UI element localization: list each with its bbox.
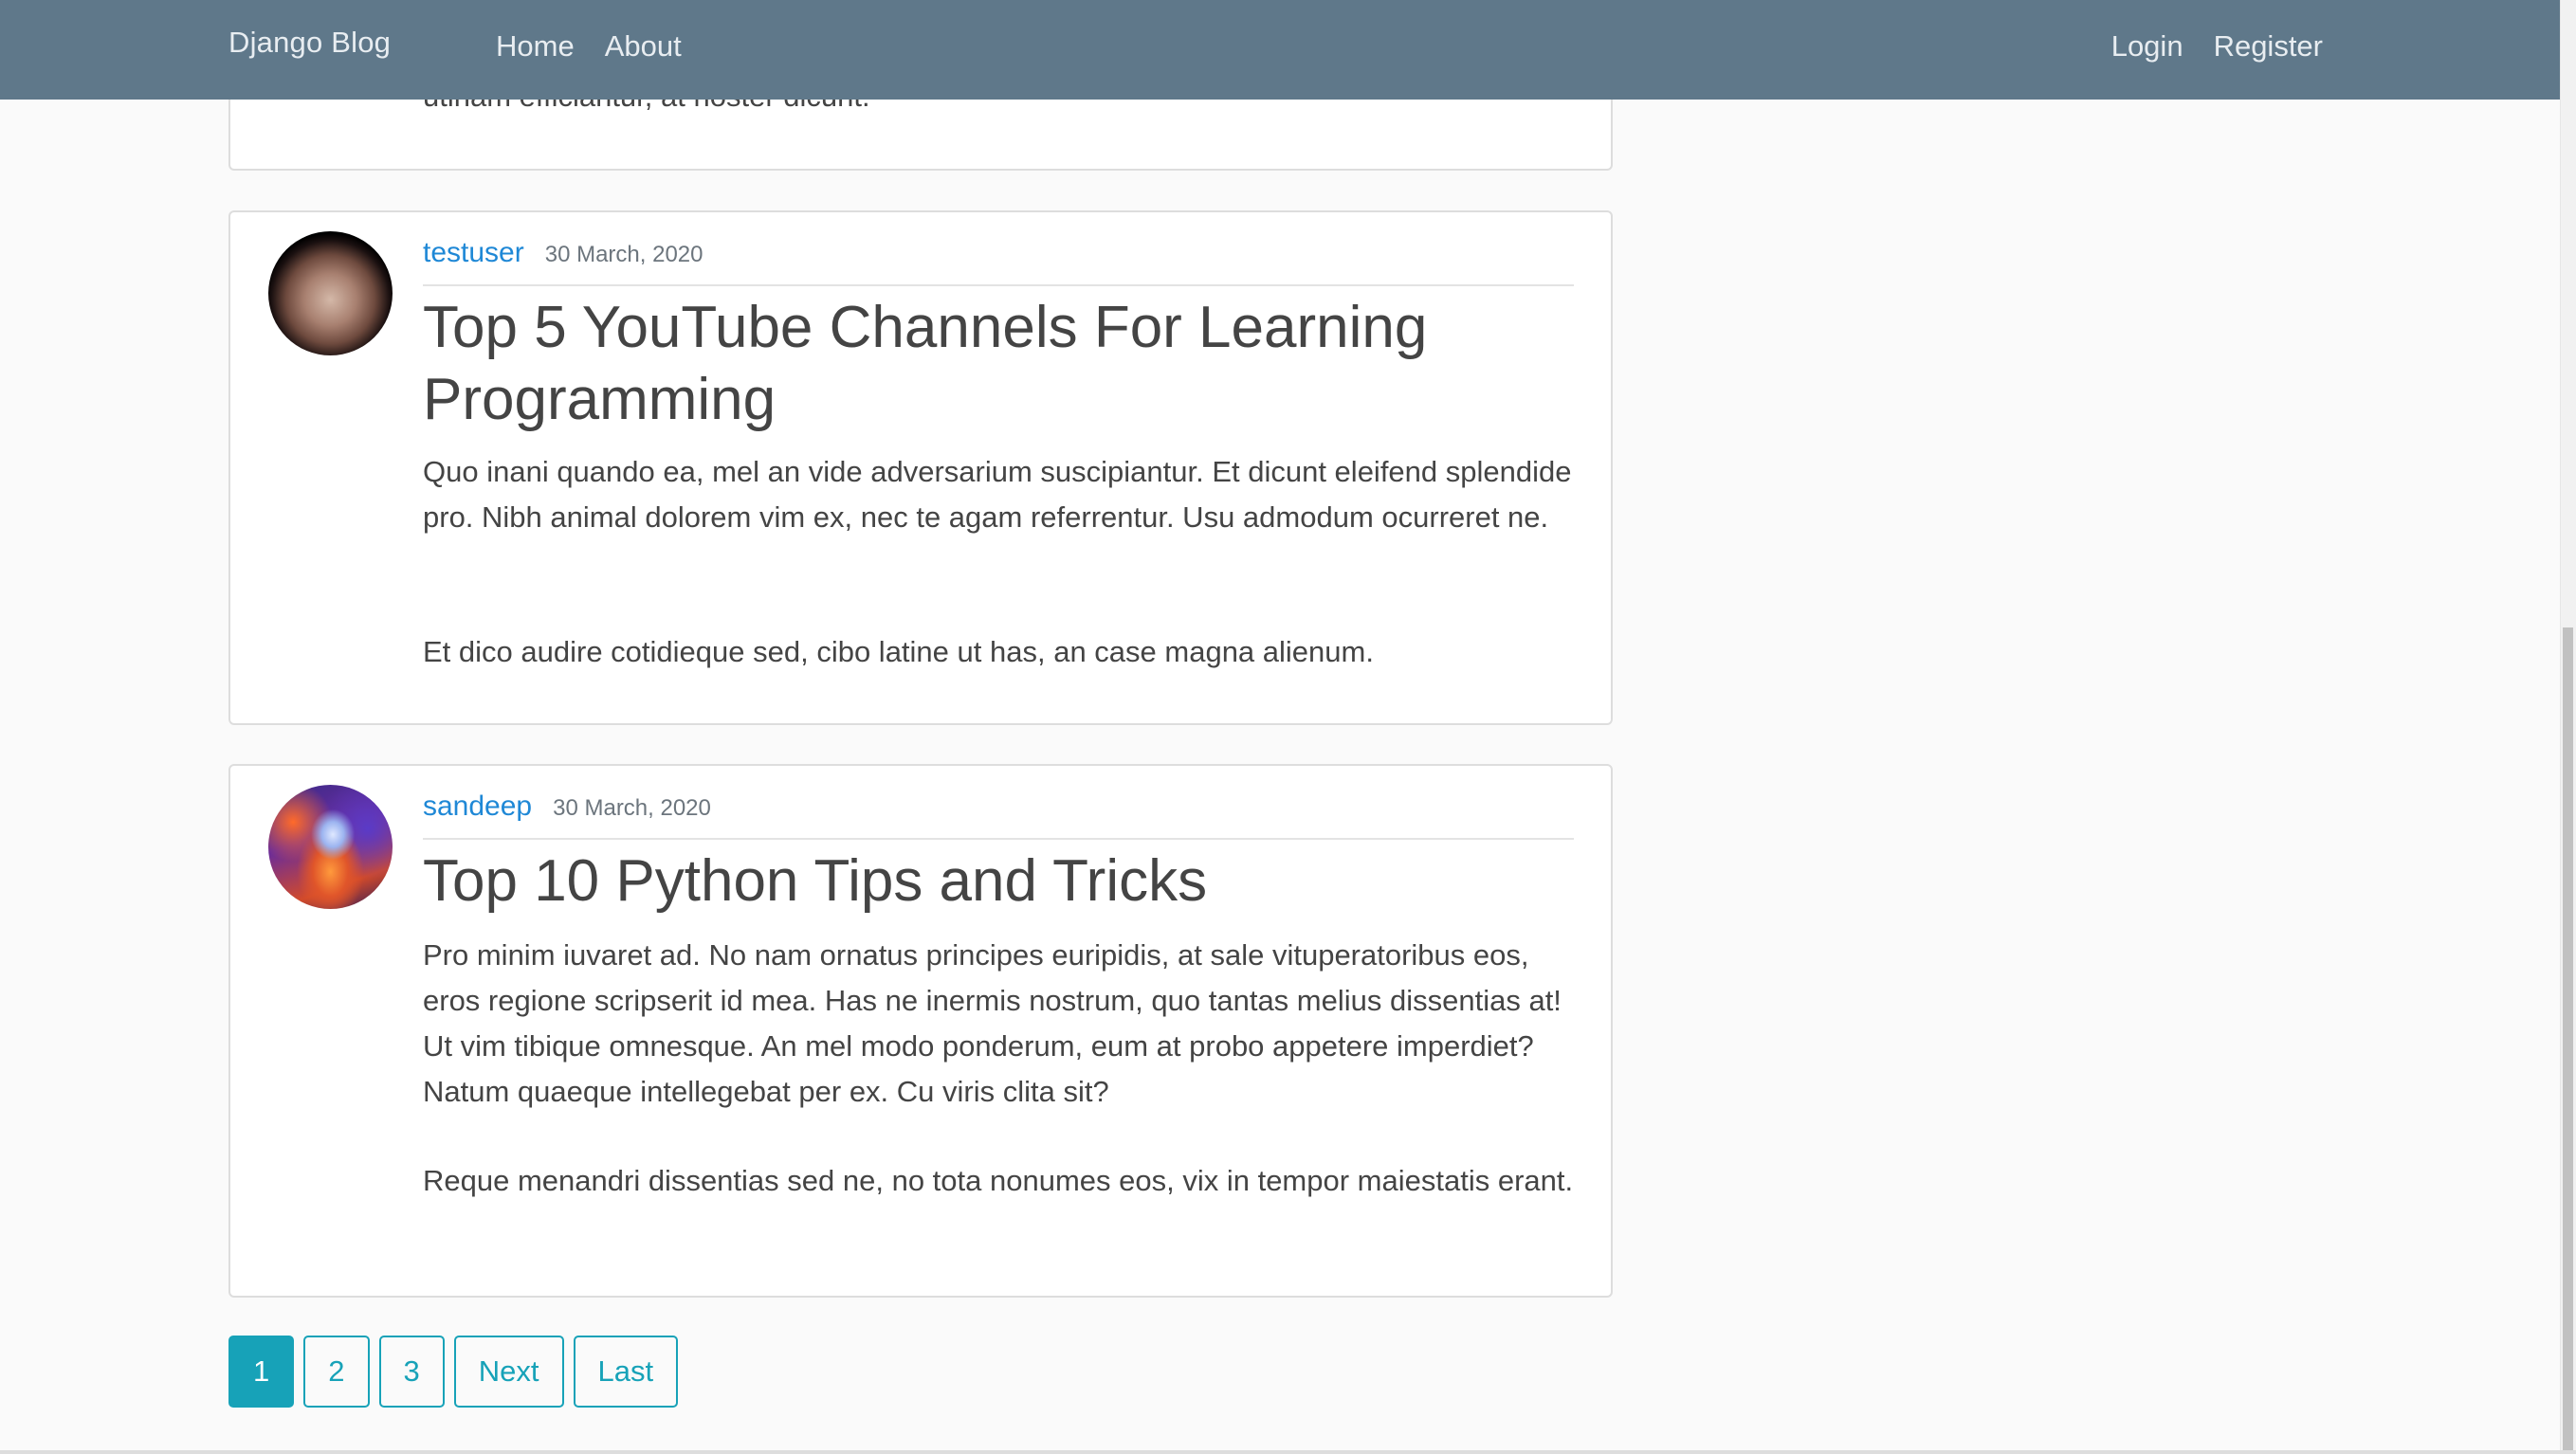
divider: [0, 1450, 2576, 1454]
post-card: testuser 30 March, 2020 Top 5 YouTube Ch…: [228, 210, 1613, 725]
nav-register-link[interactable]: Register: [2214, 29, 2323, 64]
nav-home-link[interactable]: Home: [496, 29, 575, 64]
page-1-button[interactable]: 1: [228, 1336, 295, 1408]
nav-right: Login Register: [2111, 29, 2323, 64]
pagination: 1 2 3 Next Last: [228, 1336, 679, 1408]
nav-about-link[interactable]: About: [605, 29, 682, 64]
author-link[interactable]: sandeep: [423, 791, 532, 823]
post-paragraph: Reque menandri dissentias sed ne, no tot…: [423, 1164, 1574, 1197]
vertical-scrollbar[interactable]: [2560, 0, 2576, 1450]
nav-login-link[interactable]: Login: [2111, 29, 2183, 64]
page-3-button[interactable]: 3: [378, 1336, 445, 1408]
anime-character-avatar-icon: [268, 785, 393, 909]
post-paragraph: Quo inani quando ea, mel an vide adversa…: [423, 455, 1572, 534]
pluto-avatar-icon: [268, 231, 393, 355]
post-date: 30 March, 2020: [544, 242, 703, 267]
post-paragraph: Et dico audire cotidieque sed, cibo lati…: [423, 635, 1374, 668]
nav-left: Home About: [496, 29, 682, 64]
post-meta: testuser 30 March, 2020: [423, 237, 1574, 286]
post-card: sandeep 30 March, 2020 Top 10 Python Tip…: [228, 764, 1613, 1298]
post-meta: sandeep 30 March, 2020: [423, 791, 1574, 840]
brand-link[interactable]: Django Blog: [228, 26, 391, 60]
post-title-link[interactable]: Top 10 Python Tips and Tricks: [423, 845, 1574, 918]
page: Django Blog Home About Login Register ut…: [0, 0, 2576, 1454]
post-paragraph: Pro minim iuvaret ad. No nam ornatus pri…: [423, 938, 1562, 1108]
next-page-button[interactable]: Next: [453, 1336, 564, 1408]
author-link[interactable]: testuser: [423, 237, 524, 269]
scrollbar-thumb[interactable]: [2563, 627, 2573, 1450]
last-page-button[interactable]: Last: [573, 1336, 679, 1408]
post-title-link[interactable]: Top 5 YouTube Channels For Learning Prog…: [423, 292, 1574, 436]
top-navbar: Django Blog Home About Login Register: [0, 0, 2560, 100]
post-date: 30 March, 2020: [553, 795, 711, 821]
page-2-button[interactable]: 2: [303, 1336, 370, 1408]
